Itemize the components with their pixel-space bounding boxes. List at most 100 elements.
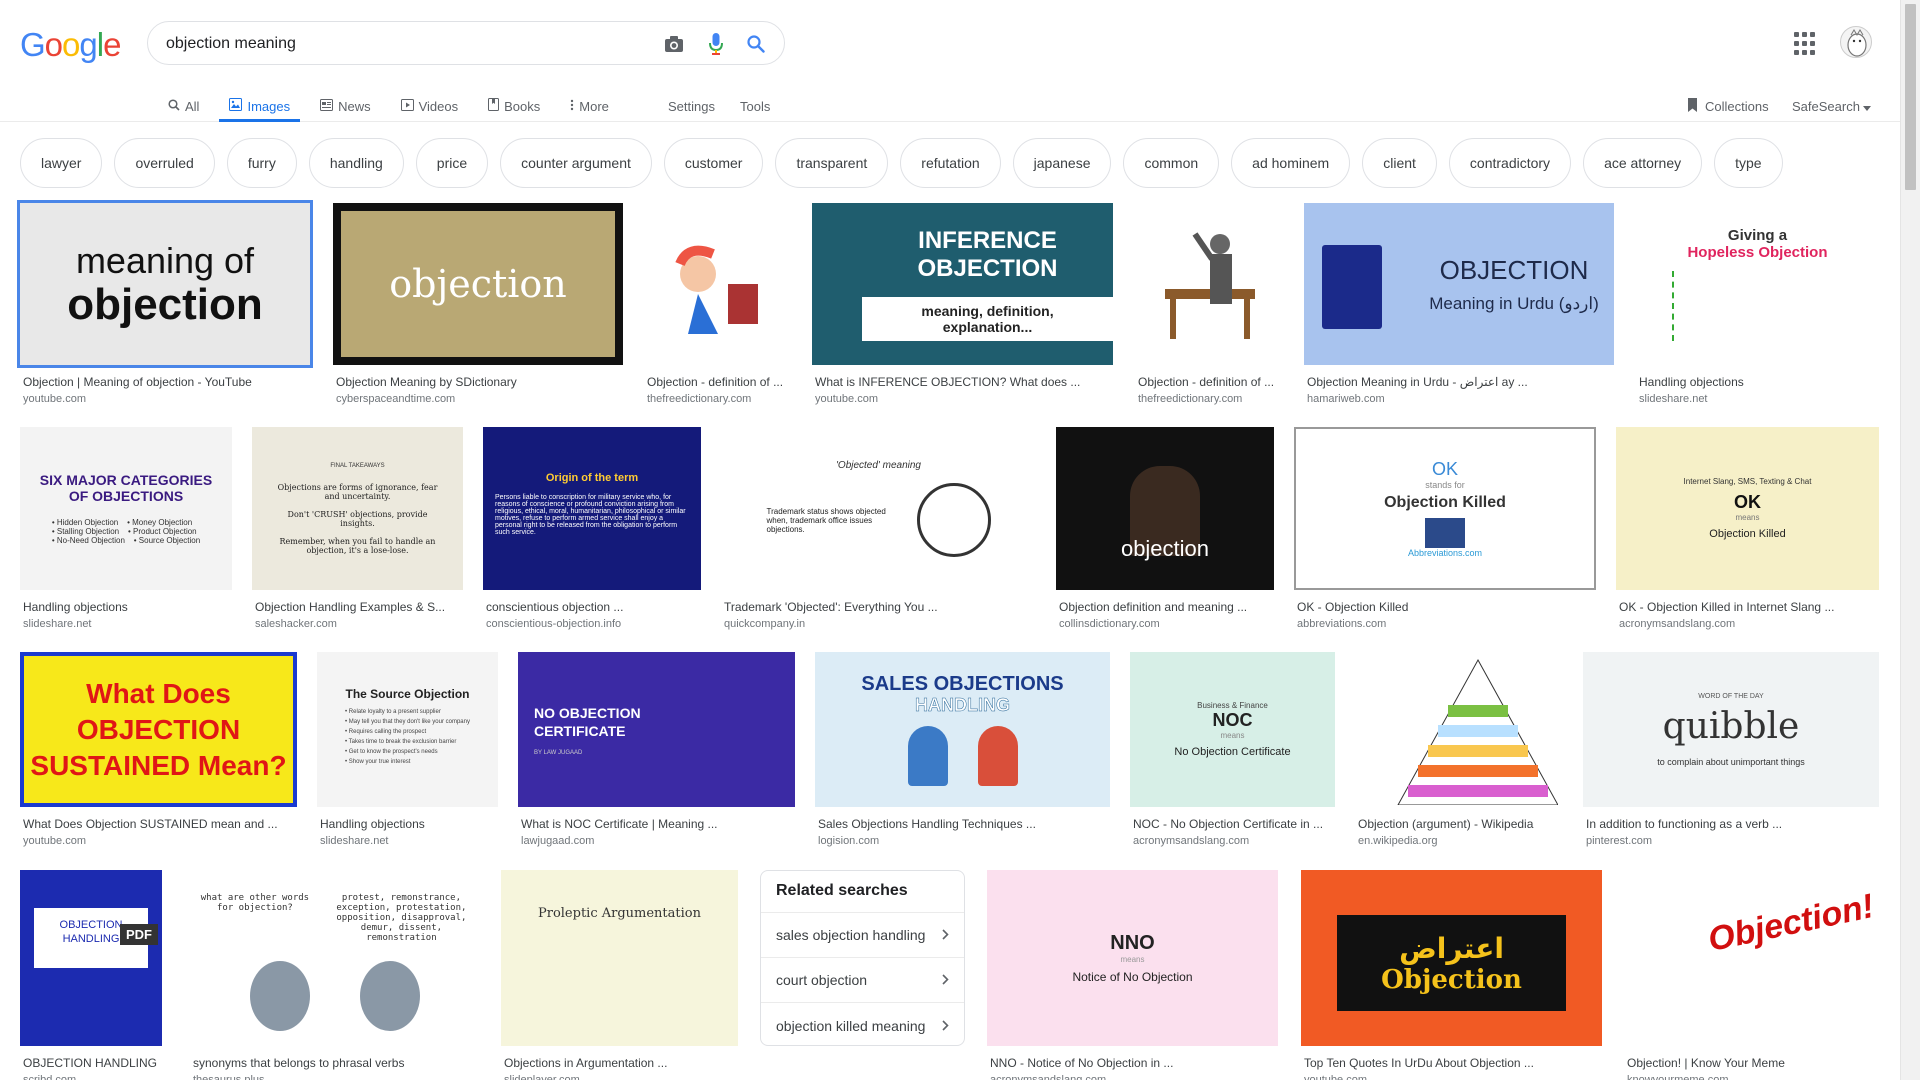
result-thumbnail[interactable]: SIX MAJOR CATEGORIES OF OBJECTIONS • Hidde… xyxy=(20,427,232,590)
result-title[interactable]: Handling objections xyxy=(23,600,232,614)
result-title[interactable]: Objection | Meaning of objection - YouTu… xyxy=(23,375,310,389)
result-title[interactable]: Top Ten Quotes In UrDu About Objection .… xyxy=(1304,1056,1602,1070)
result-thumbnail[interactable]: WORD OF THE DAY quibble to complain about … xyxy=(1583,652,1879,807)
apps-grid-icon[interactable] xyxy=(1794,32,1818,56)
result-title[interactable]: conscientious objection ... xyxy=(486,600,701,614)
chip-common[interactable]: common xyxy=(1123,138,1220,188)
related-search-item[interactable]: objection killed meaning xyxy=(761,1003,964,1045)
image-result[interactable]: What Does OBJECTION SUSTAINED Mean? What Do… xyxy=(20,652,297,853)
image-result[interactable]: what are other words for objection? prote… xyxy=(190,870,479,1080)
chip-counter-argument[interactable]: counter argument xyxy=(500,138,652,188)
chip-price[interactable]: price xyxy=(415,138,489,188)
image-result[interactable]: objection Objection definition and meanin… xyxy=(1056,427,1274,636)
tab-news[interactable]: News xyxy=(318,90,373,122)
chip-ace-attorney[interactable]: ace attorney xyxy=(1583,138,1703,188)
image-result[interactable]: The Source Objection • Relate loyalty to … xyxy=(317,652,498,853)
result-thumbnail[interactable]: The Source Objection • Relate loyalty to … xyxy=(317,652,498,807)
vertical-scrollbar[interactable] xyxy=(1900,0,1920,1080)
tab-videos[interactable]: Videos xyxy=(399,90,461,122)
result-title[interactable]: Objection (argument) - Wikipedia xyxy=(1358,817,1561,831)
result-title[interactable]: OK - Objection Killed xyxy=(1297,600,1596,614)
result-title[interactable]: Objection - definition of ... xyxy=(1138,375,1284,389)
search-icon[interactable] xyxy=(744,32,768,56)
result-thumbnail[interactable]: objection xyxy=(333,203,623,365)
result-title[interactable]: Handling objections xyxy=(1639,375,1879,389)
result-thumbnail[interactable]: objection xyxy=(1056,427,1274,590)
result-title[interactable]: synonyms that belongs to phrasal verbs xyxy=(193,1056,479,1070)
image-result[interactable]: Business & Finance NOC means No Objection C… xyxy=(1130,652,1335,853)
result-title[interactable]: Objection Meaning by SDictionary xyxy=(336,375,623,389)
image-result[interactable]: NO OBJECTION CERTIFICATE BY LAW JUGAAD What… xyxy=(518,652,795,853)
camera-icon[interactable] xyxy=(662,32,686,56)
tab-books[interactable]: Books xyxy=(486,90,542,122)
result-title[interactable]: OBJECTION HANDLING xyxy=(23,1056,162,1070)
avatar[interactable] xyxy=(1840,26,1872,58)
result-thumbnail[interactable]: what are other words for objection? prote… xyxy=(190,870,479,1046)
image-result[interactable]: OBJECTION HANDLING PDF OBJECTION HANDLING sc… xyxy=(20,870,162,1080)
result-title[interactable]: In addition to functioning as a verb ... xyxy=(1586,817,1879,831)
image-result[interactable]: Origin of the term Persons liable to cons… xyxy=(483,427,701,636)
result-title[interactable]: Objection - definition of ... xyxy=(647,375,792,389)
result-thumbnail[interactable] xyxy=(1355,652,1561,807)
microphone-icon[interactable] xyxy=(704,32,728,56)
result-thumbnail[interactable] xyxy=(1135,203,1284,365)
image-result[interactable]: Internet Slang, SMS, Texting & Chat OK mea… xyxy=(1616,427,1879,636)
chip-type[interactable]: type xyxy=(1714,138,1783,188)
result-thumbnail[interactable]: OK stands for Objection Killed Abbreviation… xyxy=(1294,427,1596,590)
result-thumbnail[interactable]: Objection! xyxy=(1624,870,1879,1046)
chip-client[interactable]: client xyxy=(1362,138,1437,188)
scrollbar-thumb[interactable] xyxy=(1905,4,1916,190)
result-thumbnail[interactable]: Origin of the term Persons liable to cons… xyxy=(483,427,701,590)
chip-overruled[interactable]: overruled xyxy=(114,138,215,188)
result-title[interactable]: NNO - Notice of No Objection in ... xyxy=(990,1056,1278,1070)
image-result[interactable]: Objection - definition of ... thefreedict… xyxy=(1135,203,1284,411)
chip-furry[interactable]: furry xyxy=(226,138,297,188)
collections-link[interactable]: Collections xyxy=(1686,90,1769,122)
chip-transparent[interactable]: transparent xyxy=(775,138,889,188)
result-thumbnail[interactable]: INFERENCE OBJECTION meaning, definition, … xyxy=(812,203,1113,365)
result-title[interactable]: Objection Meaning in Urdu - اعتراض ay ..… xyxy=(1307,375,1614,389)
result-thumbnail[interactable]: Business & Finance NOC means No Objection C… xyxy=(1130,652,1335,807)
result-thumbnail[interactable]: Proleptic Argumentation xyxy=(501,870,738,1046)
image-result[interactable]: FINAL TAKEAWAYS Objections are forms of i… xyxy=(252,427,463,636)
result-title[interactable]: What is NOC Certificate | Meaning ... xyxy=(521,817,795,831)
result-title[interactable]: NOC - No Objection Certificate in ... xyxy=(1133,817,1335,831)
result-thumbnail[interactable]: 'Objected' meaning Trademark status shows… xyxy=(721,427,1036,590)
chip-handling[interactable]: handling xyxy=(308,138,404,188)
chip-lawyer[interactable]: lawyer xyxy=(20,138,103,188)
result-thumbnail[interactable]: OBJECTION Meaning in Urdu (اردو) xyxy=(1304,203,1614,365)
result-thumbnail[interactable]: FINAL TAKEAWAYS Objections are forms of i… xyxy=(252,427,463,590)
result-title[interactable]: What Does Objection SUSTAINED mean and .… xyxy=(23,817,297,831)
result-thumbnail[interactable]: What Does OBJECTION SUSTAINED Mean? xyxy=(20,652,297,807)
image-result[interactable]: SALES OBJECTIONS HANDLING Sales Objections… xyxy=(815,652,1110,853)
image-result[interactable]: meaning of objection Objection | Meaning o… xyxy=(17,200,313,411)
tab-all[interactable]: All xyxy=(166,90,201,122)
tools-link[interactable]: Tools xyxy=(740,90,770,122)
image-result[interactable]: Objection - definition of ... thefreedict… xyxy=(644,203,792,411)
chip-ad-hominem[interactable]: ad hominem xyxy=(1231,138,1351,188)
result-thumbnail[interactable]: Internet Slang, SMS, Texting & Chat OK mea… xyxy=(1616,427,1879,590)
result-title[interactable]: What is INFERENCE OBJECTION? What does .… xyxy=(815,375,1113,389)
image-result[interactable]: Objection! Objection! | Know Your Meme kno… xyxy=(1624,870,1879,1080)
image-result[interactable]: OK stands for Objection Killed Abbreviation… xyxy=(1294,427,1596,636)
image-result[interactable]: SIX MAJOR CATEGORIES OF OBJECTIONS • Hidde… xyxy=(20,427,232,636)
result-thumbnail[interactable]: SALES OBJECTIONS HANDLING xyxy=(815,652,1110,807)
result-thumbnail[interactable]: اعتراض Objection xyxy=(1301,870,1602,1046)
chip-customer[interactable]: customer xyxy=(663,138,764,188)
result-thumbnail[interactable]: NO OBJECTION CERTIFICATE BY LAW JUGAAD xyxy=(518,652,795,807)
related-search-item[interactable]: court objection xyxy=(761,958,964,1003)
search-input[interactable] xyxy=(166,31,636,57)
result-title[interactable]: Handling objections xyxy=(320,817,498,831)
result-thumbnail[interactable]: meaning of objection xyxy=(17,200,313,368)
google-logo[interactable]: Google xyxy=(20,26,121,64)
related-search-item[interactable]: sales objection handling xyxy=(761,913,964,958)
result-title[interactable]: Objection! | Know Your Meme xyxy=(1627,1056,1879,1070)
image-result[interactable]: WORD OF THE DAY quibble to complain about … xyxy=(1583,652,1879,853)
image-result[interactable]: اعتراض Objection Top Ten Quotes In UrDu Ab… xyxy=(1301,870,1602,1080)
tab-more[interactable]: More xyxy=(568,90,611,122)
chip-japanese[interactable]: japanese xyxy=(1012,138,1112,188)
result-title[interactable]: Objections in Argumentation ... xyxy=(504,1056,738,1070)
result-thumbnail[interactable] xyxy=(644,203,792,365)
image-result[interactable]: Objection (argument) - Wikipedia en.wikip… xyxy=(1355,652,1561,853)
chip-contradictory[interactable]: contradictory xyxy=(1448,138,1572,188)
